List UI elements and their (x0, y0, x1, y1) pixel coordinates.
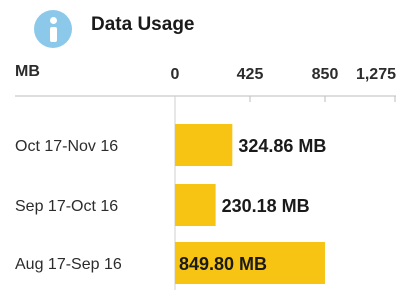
data-label: 849.80 MB (179, 254, 267, 274)
chart-plot: 0 425 850 1,275 Oct 17-Nov 16 324.86 MB Sep 17… (15, 66, 396, 290)
x-tick-label: 1,275 (356, 66, 396, 83)
data-label: 230.18 MB (222, 196, 310, 216)
bar (175, 124, 233, 166)
category-label: Oct 17-Nov 16 (15, 138, 118, 155)
x-tick-label: 425 (237, 66, 264, 83)
category-label: Aug 17-Sep 16 (15, 256, 122, 273)
data-label: 324.86 MB (238, 136, 326, 156)
data-usage-chart: Data Usage MB 0 425 850 1,275 Oct 17-Nov 16 3… (0, 0, 410, 297)
bar (175, 184, 216, 226)
category-label: Sep 17-Oct 16 (15, 198, 118, 215)
x-tick-label: 0 (171, 66, 180, 83)
x-tick-label: 850 (312, 66, 339, 83)
